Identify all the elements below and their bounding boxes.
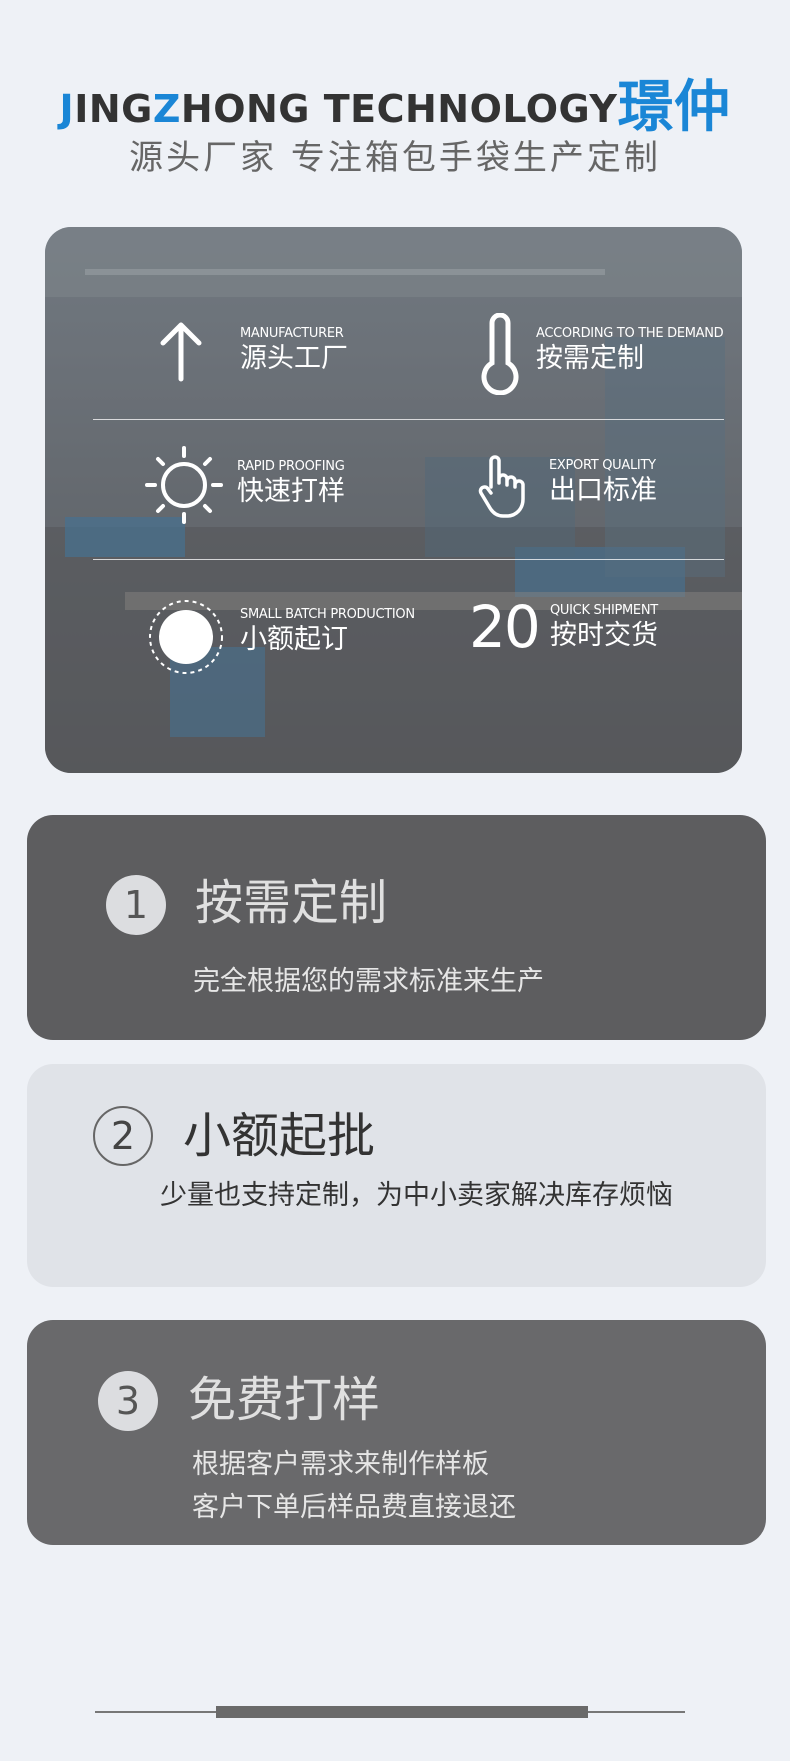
feature-divider-2 xyxy=(93,559,724,560)
card-number-badge: 3 xyxy=(98,1371,158,1431)
feature-zh-label: 出口标准 xyxy=(549,475,657,506)
feature-zh-label: 源头工厂 xyxy=(240,343,348,374)
feature-rapid-proofing: RAPID PROOFING 快速打样 xyxy=(237,459,345,509)
feature-quick-shipment: QUICK SHIPMENT 按时交货 xyxy=(550,603,658,653)
card-description: 完全根据您的需求标准来生产 xyxy=(193,966,544,997)
card-description: 少量也支持定制，为中小卖家解决库存烦恼 xyxy=(160,1180,673,1211)
feature-zh-label: 按需定制 xyxy=(536,343,644,374)
service-card-custom: 1 按需定制 完全根据您的需求标准来生产 xyxy=(27,815,766,1040)
dotted-circle-icon xyxy=(149,600,223,674)
bottom-divider-bar xyxy=(216,1706,588,1718)
feature-export-quality: EXPORT QUALITY 出口标准 xyxy=(549,458,657,508)
feature-zh-label: 快速打样 xyxy=(237,476,345,507)
card-title: 免费打样 xyxy=(188,1372,381,1428)
feature-en-label: RAPID PROOFING xyxy=(237,459,345,474)
service-card-free-sample: 3 免费打样 根据客户需求来制作样板 客户下单后样品费直接退还 xyxy=(27,1320,766,1545)
feature-en-label: MANUFACTURER xyxy=(240,326,344,341)
factory-photo-panel: MANUFACTURER 源头工厂 ACCORDING TO THE DEMAN… xyxy=(45,227,742,773)
card-number-badge: 1 xyxy=(106,875,166,935)
brand-letter-j: J xyxy=(59,87,75,131)
brand-title: JINGZHONG TECHNOLOGY璟仲 xyxy=(0,80,790,136)
tagline: 源头厂家 专注箱包手袋生产定制 xyxy=(129,138,661,178)
brand-text-rest: HONG TECHNOLOGY xyxy=(180,87,618,131)
brand-text-ing: ING xyxy=(74,87,153,131)
feature-en-label: ACCORDING TO THE DEMAND xyxy=(536,326,724,341)
arrow-up-icon xyxy=(160,322,202,382)
thermometer-icon xyxy=(481,313,519,395)
card-description-line-2: 客户下单后样品费直接退还 xyxy=(192,1492,516,1523)
header: JINGZHONG TECHNOLOGY璟仲 源头厂家 专注箱包手袋生产定制 xyxy=(0,80,790,181)
feature-divider-1 xyxy=(93,419,724,420)
card-title: 小额起批 xyxy=(183,1108,376,1164)
brand-chinese-name: 璟仲 xyxy=(617,75,731,140)
feature-zh-label: 小额起订 xyxy=(240,624,348,655)
feature-en-label: EXPORT QUALITY xyxy=(549,458,656,473)
feature-en-label: SMALL BATCH PRODUCTION xyxy=(240,607,415,622)
card-number-badge: 2 xyxy=(93,1106,153,1166)
hand-pointer-icon xyxy=(478,455,525,518)
card-description-line-1: 根据客户需求来制作样板 xyxy=(192,1449,489,1480)
brand-letter-z: Z xyxy=(152,87,181,131)
feature-manufacturer: MANUFACTURER 源头工厂 xyxy=(240,326,348,376)
sun-icon xyxy=(145,446,223,524)
service-card-small-batch: 2 小额起批 少量也支持定制，为中小卖家解决库存烦恼 xyxy=(27,1064,766,1287)
card-title: 按需定制 xyxy=(195,875,388,931)
shipment-days-number: 20 xyxy=(469,593,541,661)
feature-en-label: QUICK SHIPMENT xyxy=(550,603,658,618)
feature-according-to-demand: ACCORDING TO THE DEMAND 按需定制 xyxy=(536,326,724,376)
feature-small-batch: SMALL BATCH PRODUCTION 小额起订 xyxy=(240,607,415,657)
feature-zh-label: 按时交货 xyxy=(550,620,658,651)
